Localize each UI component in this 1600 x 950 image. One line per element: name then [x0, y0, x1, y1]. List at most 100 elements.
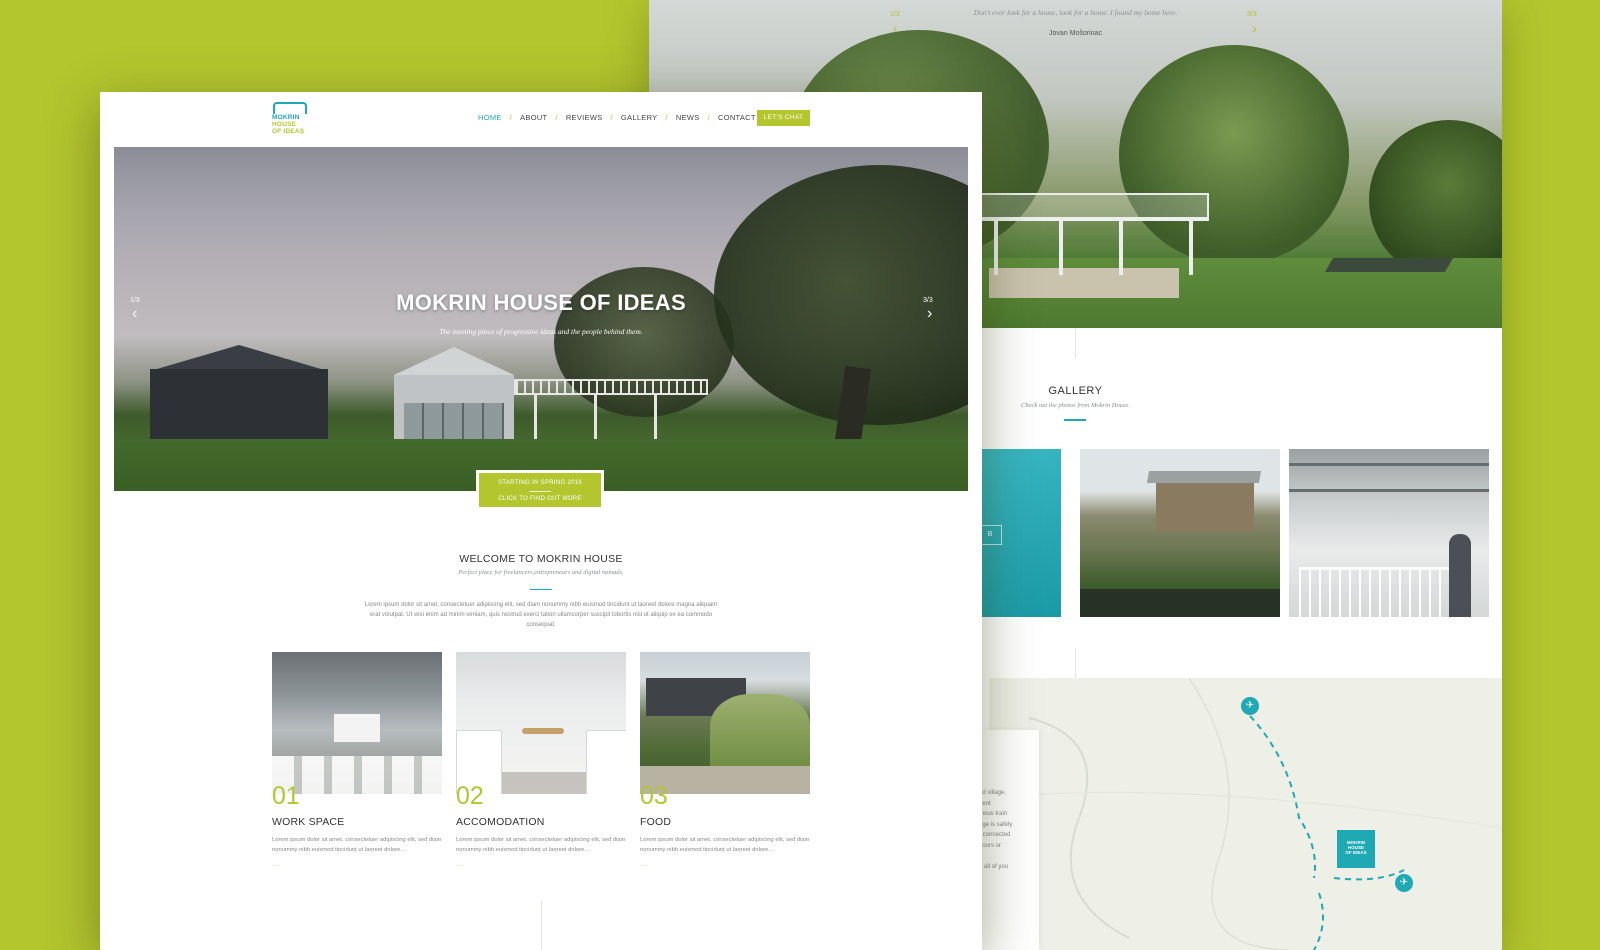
- testimonial-author: Jovan Mošorinac: [1049, 30, 1102, 37]
- front-page: MOKRIN HOUSE OF IDEAS HOME / ABOUT / REVIEWS…: [100, 92, 982, 950]
- tree: [1369, 120, 1502, 280]
- logo-line: MOKRIN: [272, 114, 300, 121]
- section-divider: [1075, 648, 1076, 678]
- hero-slider: MOKRIN HOUSE OF IDEAS The meeting place …: [114, 147, 968, 491]
- terrace-post: [1119, 217, 1123, 275]
- map-text-line: hours or: [979, 842, 1002, 849]
- terrace: [514, 379, 708, 395]
- slider-counter: 3/3: [923, 297, 933, 304]
- hut-roof: [1146, 471, 1262, 483]
- railing: [1299, 567, 1449, 617]
- gallery-underline: [1064, 419, 1086, 421]
- testimonial-quote: Don't ever look for a house, look for a …: [973, 8, 1178, 17]
- glass-facade: [404, 403, 504, 441]
- ceiling-beam: [1289, 489, 1489, 492]
- map-text-line: ed village.: [979, 790, 1007, 796]
- map-text-line: r connected: [979, 832, 1011, 838]
- terrace-post: [594, 393, 597, 443]
- feature-image[interactable]: [640, 652, 810, 794]
- pool: [1324, 258, 1454, 272]
- person: [1449, 534, 1471, 617]
- marker-line: OF IDEAS: [1345, 850, 1367, 855]
- hero-title: MOKRIN HOUSE OF IDEAS: [396, 290, 686, 315]
- site-logo[interactable]: MOKRIN HOUSE OF IDEAS: [272, 102, 308, 138]
- map-text-line: rient: [979, 800, 991, 807]
- terrace-post: [994, 217, 998, 275]
- tall-grass: [710, 694, 810, 774]
- nav-gallery[interactable]: GALLERY: [621, 113, 658, 122]
- feature-body: Lorem ipsum dolor sit amet, consectetuer…: [456, 837, 626, 853]
- nav-separator: /: [509, 113, 513, 122]
- read-more-dots[interactable]: ...: [456, 861, 465, 868]
- nav-reviews[interactable]: REVIEWS: [566, 113, 603, 122]
- nav-separator: /: [707, 113, 710, 122]
- terrace-floor: [989, 268, 1179, 298]
- gallery-tile[interactable]: B: [979, 449, 1061, 617]
- terrace-post: [534, 393, 537, 443]
- nav-separator: /: [665, 113, 668, 122]
- airplane-icon[interactable]: ✈: [1241, 697, 1259, 715]
- section-divider: [1075, 328, 1076, 358]
- feature-image[interactable]: [272, 652, 442, 794]
- gallery-tile-label: B: [979, 525, 1002, 545]
- airplane-icon[interactable]: ✈: [1395, 874, 1413, 892]
- welcome-body: Lorem ipsum dolor sit amet, consectetuer…: [364, 602, 718, 628]
- feature-title: WORK SPACE: [272, 816, 345, 828]
- table: [522, 728, 564, 734]
- map-text-line: age is safely: [979, 821, 1013, 828]
- house-roof: [150, 345, 328, 371]
- welcome-subtitle: Perfect place for freelancers,entreprene…: [458, 569, 624, 576]
- nav-separator: /: [555, 113, 558, 122]
- read-more-dots[interactable]: ...: [640, 861, 649, 868]
- logo-text: MOKRIN HOUSE OF IDEAS: [272, 114, 304, 135]
- main-nav: HOME / ABOUT / REVIEWS / GALLERY / NEWS / CONTACT: [478, 113, 756, 122]
- hero-subtitle: The meeting place of progressive ideas a…: [439, 327, 643, 336]
- welcome-underline: [530, 589, 552, 590]
- map-text-line: mous train: [979, 811, 1008, 817]
- hut-walls: [1156, 483, 1254, 531]
- cta-divider: [529, 491, 551, 492]
- read-more-dots[interactable]: ...: [272, 861, 281, 868]
- welcome-title: WELCOME TO MOKRIN HOUSE: [459, 553, 623, 565]
- lets-chat-button[interactable]: LET'S CHAT: [757, 110, 810, 126]
- feature-body: Lorem ipsum dolor sit amet, consectetuer…: [272, 837, 442, 853]
- cta-line: STARTING IN SPRING 2016: [497, 480, 583, 486]
- terrace-post: [1059, 217, 1063, 275]
- tree: [1119, 45, 1349, 265]
- feature-image[interactable]: [456, 652, 626, 794]
- logo-house-icon: [273, 102, 307, 114]
- terrace-post: [654, 393, 657, 443]
- find-out-more-button[interactable]: STARTING IN SPRING 2016 CLICK TO FIND OU…: [476, 470, 604, 510]
- gallery-tile[interactable]: [1080, 449, 1280, 617]
- section-divider: [541, 900, 542, 950]
- nav-about[interactable]: ABOUT: [520, 113, 547, 122]
- chevron-right-icon[interactable]: ›: [927, 305, 932, 323]
- location-marker[interactable]: MOKRIN HOUSE OF IDEAS: [1337, 830, 1375, 868]
- location-map[interactable]: ✈ ✈: [989, 678, 1502, 950]
- whiteboard: [334, 714, 380, 742]
- map-route: [989, 678, 1502, 950]
- logo-line: OF IDEAS: [272, 128, 305, 135]
- nav-news[interactable]: NEWS: [676, 113, 700, 122]
- chevron-right-icon[interactable]: ›: [1252, 20, 1257, 36]
- cta-line: CLICK TO FIND OUT MORE: [498, 496, 582, 502]
- house-roof: [394, 347, 514, 375]
- nav-contact[interactable]: CONTACT: [718, 113, 756, 122]
- feature-body: Lorem ipsum dolor sit amet, consectetuer…: [640, 837, 810, 853]
- slider-counter: 1/3: [130, 297, 140, 304]
- terrace-post: [1189, 217, 1193, 275]
- slider-counter: 3/3: [1247, 11, 1257, 18]
- dark-house: [150, 369, 328, 439]
- feature-number: 03: [640, 782, 668, 810]
- feature-title: FOOD: [640, 816, 672, 828]
- chevron-left-icon[interactable]: ‹: [132, 305, 137, 323]
- feature-number: 01: [272, 782, 300, 810]
- logo-line: HOUSE: [272, 121, 297, 128]
- gallery-tile[interactable]: [1289, 449, 1489, 617]
- map-info-text: ed village. rient mous train age is safe…: [979, 788, 1037, 872]
- nav-separator: /: [610, 113, 613, 122]
- feature-number: 02: [456, 782, 484, 810]
- nav-home[interactable]: HOME: [478, 113, 502, 122]
- map-text-line: [979, 851, 1037, 862]
- map-text-line: e all of you: [979, 863, 1009, 870]
